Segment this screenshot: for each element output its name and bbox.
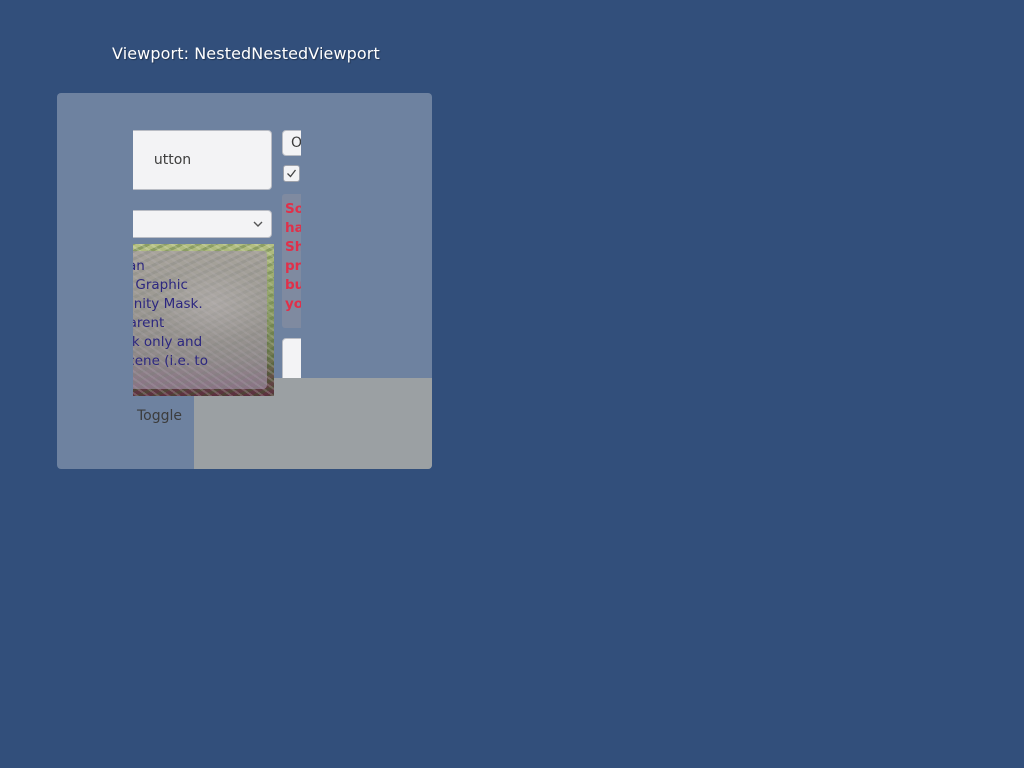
- small-button[interactable]: O: [282, 130, 301, 156]
- warning-text-line: So: [285, 201, 301, 217]
- warning-text-box: So ha Sh pr bu yo: [282, 194, 301, 328]
- inner-viewport-right: O So ha Sh pr bu yo: [282, 93, 301, 378]
- image-description-text: t have an w Mask Graphic uilt-in Unity M…: [133, 257, 275, 371]
- checkmark-icon: [287, 169, 297, 178]
- warning-text-line: yo: [285, 296, 301, 312]
- small-button-label: O: [291, 135, 301, 151]
- checkbox[interactable]: [283, 165, 300, 182]
- warning-text-line: bu: [285, 277, 301, 293]
- inner-viewport-left: utton t have an w Mask Graphic uilt-in U…: [133, 93, 275, 469]
- image-text-line: w Mask Graphic: [133, 277, 188, 293]
- warning-text-line: ha: [285, 220, 301, 236]
- image-text-line: oft mask only and: [133, 334, 203, 350]
- image-text-line: e the parent: [133, 315, 165, 331]
- chevron-down-icon: [253, 221, 263, 227]
- image-text-line: uilt-in Unity Mask.: [133, 296, 203, 312]
- viewport-title: Viewport: NestedNestedViewport: [112, 44, 380, 63]
- toggle-label[interactable]: Toggle: [137, 408, 182, 424]
- warning-text-line: Sh: [285, 239, 301, 255]
- warning-text: So ha Sh pr bu yo: [285, 200, 301, 314]
- viewport-panel: utton t have an w Mask Graphic uilt-in U…: [57, 93, 432, 469]
- warning-text-line: pr: [285, 258, 301, 274]
- masked-image: t have an w Mask Graphic uilt-in Unity M…: [133, 244, 274, 396]
- small-input-field[interactable]: [282, 338, 301, 378]
- image-text-line: n the scene (i.e. to: [133, 353, 208, 369]
- dropdown[interactable]: [133, 210, 272, 238]
- main-button[interactable]: utton: [133, 130, 272, 190]
- image-text-line: t have an: [133, 258, 145, 274]
- main-button-label: utton: [153, 152, 192, 168]
